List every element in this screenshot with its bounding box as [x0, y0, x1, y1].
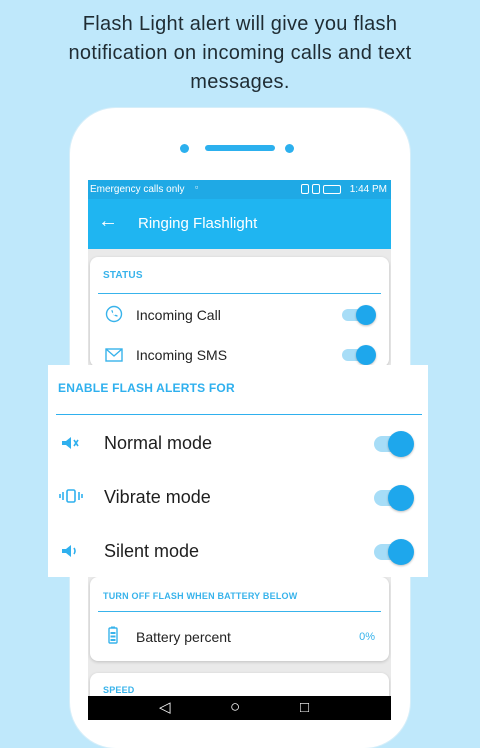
vibrate-mode-toggle[interactable]	[374, 485, 414, 511]
status-bar: Emergency calls only ▫ 1:44 PM	[88, 180, 391, 199]
silent-mode-toggle[interactable]	[374, 539, 414, 565]
phone-icon	[105, 305, 123, 323]
normal-mode-toggle[interactable]	[374, 431, 414, 457]
battery-status-icon	[323, 185, 341, 194]
app-bar: ← Ringing Flashlight	[88, 199, 391, 249]
vibrate-mode-label: Vibrate mode	[104, 487, 211, 507]
status-divider	[98, 293, 381, 294]
battery-card: TURN OFF FLASH WHEN BATTERY BELOW Batter…	[90, 577, 389, 661]
incoming-call-label: Incoming Call	[136, 307, 221, 323]
signal-status-icon	[312, 184, 320, 194]
incoming-call-toggle[interactable]	[342, 305, 376, 325]
battery-icon	[108, 626, 118, 644]
battery-divider	[98, 611, 381, 612]
battery-section-label: TURN OFF FLASH WHEN BATTERY BELOW	[103, 591, 298, 601]
incoming-sms-toggle[interactable]	[342, 345, 376, 365]
promo-headline: Flash Light alert will give you flash no…	[0, 10, 480, 97]
vibrate-icon	[59, 489, 83, 503]
flash-alerts-divider	[56, 414, 422, 415]
carrier-text: Emergency calls only	[90, 184, 185, 195]
silent-mode-label: Silent mode	[104, 541, 200, 561]
back-arrow-icon[interactable]: ←	[98, 211, 118, 231]
status-card: STATUS Incoming Call Incoming SMS	[90, 257, 389, 367]
speed-section-label: SPEED	[103, 685, 135, 695]
app-title: Ringing Flashlight	[138, 215, 258, 232]
earpiece-speaker	[205, 145, 275, 151]
nav-back-icon[interactable]: ◁	[159, 699, 171, 717]
normal-mode-label: Normal mode	[104, 433, 213, 453]
promo-headline-line-1: Flash Light alert will give you flash	[82, 13, 398, 35]
clock: 1:44 PM	[349, 184, 387, 195]
battery-percent-value: 0%	[359, 631, 375, 643]
incoming-sms-label: Incoming SMS	[136, 347, 228, 363]
promo-headline-line-3: messages.	[190, 71, 290, 93]
nav-home-icon[interactable]: ○	[230, 698, 240, 716]
battery-percent-label: Battery percent	[136, 629, 231, 645]
sim-icon: ▫	[195, 182, 199, 192]
vibrate-status-icon	[301, 184, 309, 194]
speaker-silent-icon	[62, 545, 76, 557]
status-section-label: STATUS	[103, 270, 143, 281]
nav-recents-icon[interactable]: □	[300, 699, 309, 717]
flash-alerts-label: ENABLE FLASH ALERTS FOR	[58, 381, 235, 395]
speaker-normal-icon	[62, 437, 79, 449]
nav-bar: ◁ ○ □	[88, 696, 391, 720]
promo-headline-line-2: notification on incoming calls and text	[68, 42, 412, 64]
sensor-icon	[285, 144, 294, 153]
front-camera-icon	[180, 144, 189, 153]
status-icons	[301, 184, 341, 194]
message-icon	[105, 348, 123, 362]
flash-alerts-panel: ENABLE FLASH ALERTS FOR Normal mode Vibr…	[48, 365, 428, 577]
